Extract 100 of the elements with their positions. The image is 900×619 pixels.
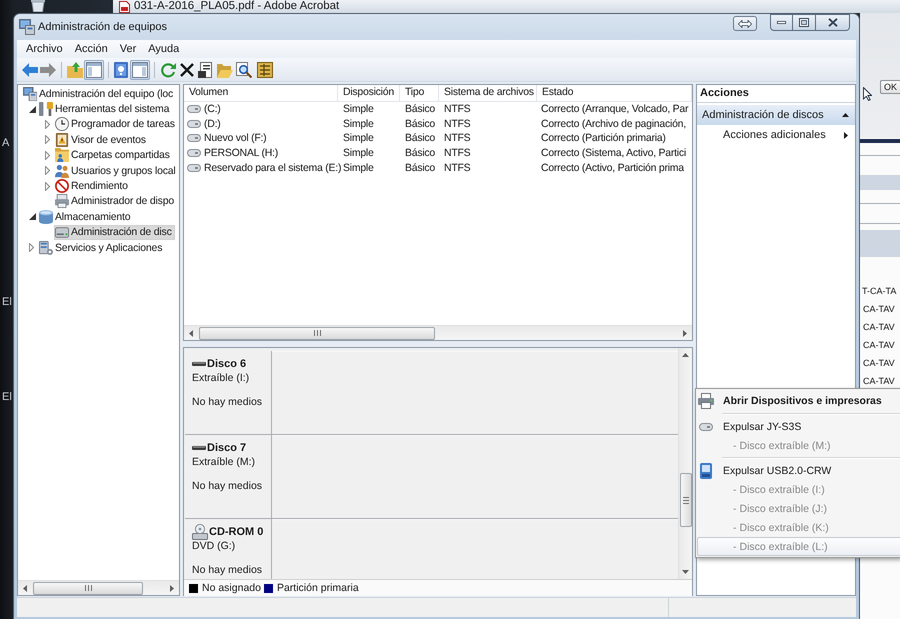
- pane-layout-icon: [132, 62, 148, 78]
- ok-button[interactable]: OK: [880, 80, 900, 94]
- table-cell: (D:): [204, 118, 220, 130]
- action-item[interactable]: Acciones adicionales: [697, 126, 855, 144]
- menu-item[interactable]: Acción: [68, 40, 114, 58]
- table-cell-text: Correcto (Activo, Partición prima: [540, 162, 686, 174]
- menu-item[interactable]: Expulsar USB2.0-CRW: [697, 461, 900, 480]
- scroll-down-icon[interactable]: [682, 570, 689, 574]
- menu-item[interactable]: Expulsar JY-S3S: [697, 417, 900, 436]
- help-book-icon[interactable]: [113, 62, 129, 78]
- tools-icon: [39, 102, 53, 116]
- tree-item[interactable]: Administración de disc: [54, 224, 175, 240]
- app-icon: [19, 19, 35, 35]
- scroll-up-icon[interactable]: [682, 353, 689, 357]
- users-icon: [55, 164, 69, 178]
- drive-icon: [187, 149, 201, 158]
- list-text: T-CA-TA: [861, 285, 898, 297]
- scroll-right-icon[interactable]: [170, 584, 174, 592]
- scroll-left-icon[interactable]: [23, 584, 27, 592]
- disk-type: Extraíble (I:): [192, 371, 250, 385]
- back-arrow-icon[interactable]: [22, 62, 38, 78]
- action-pane-toggle[interactable]: [130, 60, 150, 80]
- column-header[interactable]: Sistema de archivos: [439, 85, 537, 101]
- disk-name: Disco 7: [207, 442, 246, 454]
- console-tree-toggle[interactable]: [84, 60, 104, 80]
- column-header[interactable]: Volumen: [184, 85, 338, 101]
- table-cell-text: NTFS: [443, 162, 472, 174]
- scroll-right-icon[interactable]: [683, 330, 687, 336]
- table-cell-text: Básico: [404, 147, 436, 160]
- column-header[interactable]: Disposición: [338, 85, 400, 101]
- window-title: 031-A-2016_PLA05.pdf - Adobe Acrobat: [134, 0, 340, 13]
- tree-item[interactable]: Usuarios y grupos local: [54, 163, 179, 178]
- table-cell-text: Básico: [404, 118, 436, 130]
- disk-status: No hay medios: [192, 395, 264, 409]
- table-cell-text: NTFS: [443, 103, 472, 116]
- database-icon: [39, 210, 53, 224]
- desktop-label: El: [2, 296, 12, 308]
- disk-status: No hay medios: [192, 563, 264, 577]
- scrollbar-thumb[interactable]: [680, 473, 692, 527]
- list-text: CA-TAV: [862, 303, 896, 315]
- drive-icon: [187, 105, 201, 114]
- collapse-arrow-icon[interactable]: [842, 113, 849, 117]
- horizontal-scrollbar[interactable]: [184, 325, 692, 340]
- tree-item[interactable]: Administrador de dispo: [54, 194, 177, 209]
- column-header[interactable]: Tipo: [400, 85, 439, 101]
- scrollbar-thumb[interactable]: [199, 326, 435, 340]
- tree-item[interactable]: Almacenamiento: [38, 209, 134, 224]
- tree-item[interactable]: Carpetas compartidas: [54, 148, 173, 163]
- table-cell-text: Básico: [404, 132, 436, 144]
- trash-icon: [31, 0, 45, 12]
- disk-name: CD-ROM 0: [209, 526, 264, 538]
- server-icon: [39, 240, 53, 255]
- menu-item[interactable]: Ayuda: [142, 40, 186, 58]
- grip-icon: [314, 330, 320, 336]
- grip-icon: [84, 585, 92, 591]
- tree-item[interactable]: Rendimiento: [54, 178, 131, 194]
- table-cell-text: Correcto (Sistema, Activo, Partici: [540, 147, 687, 160]
- expander-icon[interactable]: [29, 106, 36, 113]
- table-cell-text: NTFS: [443, 147, 472, 160]
- vertical-scrollbar[interactable]: [678, 348, 692, 579]
- horizontal-scrollbar[interactable]: [18, 580, 179, 595]
- table-cell-text: NTFS: [443, 132, 472, 144]
- table-cell: Reservado para el sistema (E:): [204, 162, 342, 174]
- drive-icon: [187, 120, 201, 128]
- menu-item[interactable]: Archivo: [20, 40, 69, 58]
- menu-item[interactable]: Abrir Dispositivos e impresoras: [697, 391, 900, 411]
- search-icon[interactable]: [236, 62, 252, 78]
- hard-drive-icon: [55, 226, 69, 238]
- table-cell-text: NTFS: [443, 118, 472, 130]
- cursor-icon: [863, 87, 872, 101]
- table-cell: (C:): [204, 103, 220, 116]
- tree-item[interactable]: Servicios y Aplicaciones: [38, 240, 166, 256]
- tree-item[interactable]: Herramientas del sistema: [38, 102, 172, 117]
- minimize-button[interactable]: [770, 14, 793, 31]
- column-header[interactable]: Estado: [537, 85, 692, 101]
- scroll-left-icon[interactable]: [189, 330, 193, 336]
- tree-item[interactable]: Visor de eventos: [54, 132, 149, 148]
- table-cell-text: Correcto (Arranque, Volcado, Par: [540, 103, 690, 116]
- close-icon: [828, 18, 838, 27]
- table-cell-text: Simple: [342, 118, 375, 130]
- tree-item[interactable]: Administración del equipo (loc: [22, 86, 176, 102]
- forward-arrow-icon[interactable]: [40, 62, 56, 78]
- window-title: Administración de equipos: [38, 20, 168, 34]
- pane-title: Acciones: [697, 85, 855, 103]
- expander-icon[interactable]: [29, 213, 36, 220]
- table-cell-text: Simple: [342, 132, 375, 144]
- shared-folder-icon: [55, 148, 69, 162]
- menu-item[interactable]: Ver: [114, 40, 142, 58]
- table-cell-text: Correcto (Archivo de paginación,: [540, 118, 687, 130]
- tree-item[interactable]: Programador de tareas: [54, 116, 178, 132]
- maximize-button[interactable]: [793, 14, 816, 31]
- folder-up-icon[interactable]: [67, 62, 83, 78]
- section-header[interactable]: Administración de discos: [697, 105, 855, 125]
- drive-icon: [699, 422, 713, 430]
- close-button[interactable]: [816, 14, 850, 31]
- table-icon[interactable]: [257, 62, 273, 78]
- properties-icon[interactable]: [198, 62, 214, 78]
- delete-icon[interactable]: [180, 62, 194, 76]
- double-arrow-button[interactable]: [733, 16, 757, 31]
- scrollbar-thumb[interactable]: [33, 582, 143, 594]
